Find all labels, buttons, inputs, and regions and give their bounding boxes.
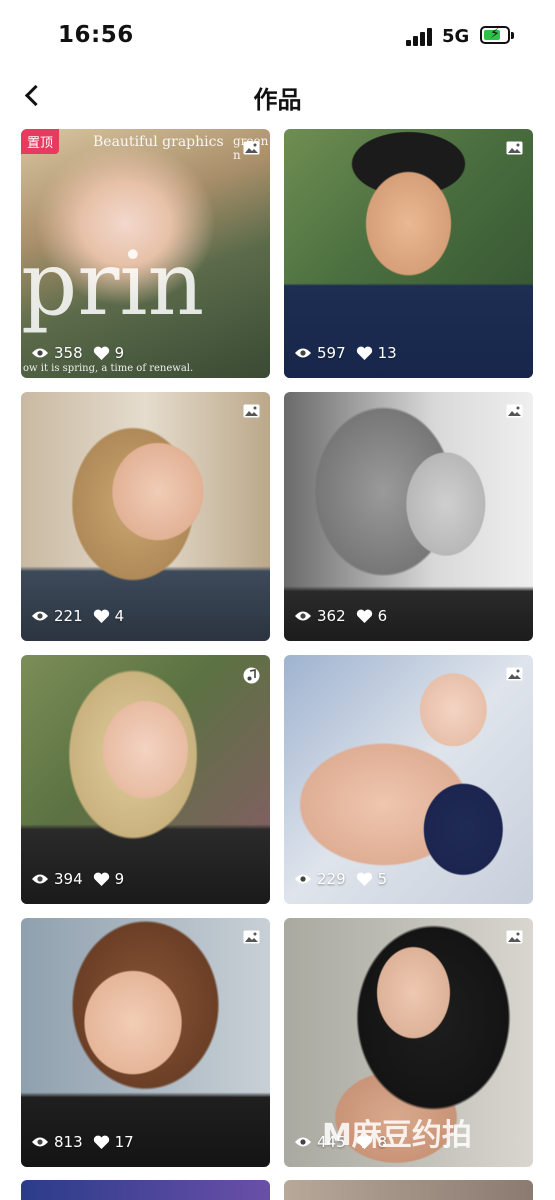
- overlay-big-text: prin: [21, 232, 205, 335]
- card-stats: 362 6: [294, 607, 397, 625]
- view-count: 394: [54, 870, 83, 888]
- image-icon: [506, 141, 523, 155]
- eye-icon: [32, 611, 48, 621]
- work-photo: [21, 918, 270, 1167]
- view-count: 597: [317, 344, 346, 362]
- work-card[interactable]: 229 5: [284, 655, 533, 904]
- signal-icon: [406, 28, 434, 46]
- like-count: 4: [114, 607, 125, 625]
- card-stats: 394 9: [31, 870, 134, 888]
- view-count: 813: [54, 1133, 83, 1151]
- heart-icon: [356, 872, 372, 886]
- status-time: 16:56: [58, 22, 134, 48]
- eye-icon: [32, 874, 48, 884]
- network-label: 5G: [442, 26, 470, 47]
- watermark: M麻豆约拍: [322, 1118, 472, 1153]
- heart-icon: [356, 609, 372, 623]
- battery-icon: ⚡: [480, 26, 514, 44]
- view-count: 229: [317, 870, 346, 888]
- like-count: 9: [114, 344, 125, 362]
- card-stats: 813 17: [31, 1133, 144, 1151]
- card-stats: 221 4: [31, 607, 134, 625]
- eye-icon: [32, 348, 48, 358]
- heart-icon: [93, 609, 109, 623]
- pinned-badge: 置顶: [21, 129, 60, 154]
- music-icon: [243, 667, 260, 684]
- work-photo: [284, 129, 533, 378]
- work-photo: [21, 392, 270, 641]
- work-photo: [21, 655, 270, 904]
- work-photo: [284, 655, 533, 904]
- overlay-caption: ow it is spring, a time of renewal.: [23, 363, 194, 374]
- like-count: 5: [377, 870, 388, 888]
- heart-icon: [93, 346, 109, 360]
- work-card[interactable]: 597 13: [284, 129, 533, 378]
- image-icon: [506, 930, 523, 944]
- eye-icon: [295, 1137, 311, 1147]
- work-card[interactable]: 394 9: [21, 655, 270, 904]
- heart-icon: [356, 346, 372, 360]
- like-count: 13: [377, 344, 397, 362]
- image-icon: [243, 404, 260, 418]
- heart-icon: [93, 872, 109, 886]
- image-icon: [506, 404, 523, 418]
- card-stats: 358 9: [31, 344, 134, 362]
- page-title: 作品: [253, 86, 302, 114]
- work-card-peek[interactable]: [284, 1180, 533, 1200]
- image-icon: [506, 667, 523, 681]
- like-count: 9: [114, 870, 125, 888]
- like-count: 17: [114, 1133, 134, 1151]
- work-card[interactable]: 813 17: [21, 918, 270, 1167]
- eye-icon: [295, 348, 311, 358]
- work-card[interactable]: 362 6: [284, 392, 533, 641]
- work-card-peek[interactable]: [21, 1180, 270, 1200]
- view-count: 362: [317, 607, 346, 625]
- like-count: 6: [377, 607, 388, 625]
- card-stats: 229 5: [294, 870, 397, 888]
- eye-icon: [295, 874, 311, 884]
- heart-icon: [93, 1135, 109, 1149]
- image-icon: [243, 930, 260, 944]
- work-card[interactable]: 221 4: [21, 392, 270, 641]
- image-icon: [243, 141, 260, 155]
- nav-bar: 作品: [0, 70, 555, 124]
- overlay-header: Beautiful graphics: [93, 134, 224, 150]
- eye-icon: [32, 1137, 48, 1147]
- view-count: 358: [54, 344, 83, 362]
- card-stats: 597 13: [294, 344, 407, 362]
- work-card[interactable]: 置顶 Beautiful graphics green n prin ow it…: [21, 129, 270, 378]
- view-count: 221: [54, 607, 83, 625]
- status-bar: 16:56 5G ⚡: [0, 0, 555, 70]
- work-photo: [284, 392, 533, 641]
- eye-icon: [295, 611, 311, 621]
